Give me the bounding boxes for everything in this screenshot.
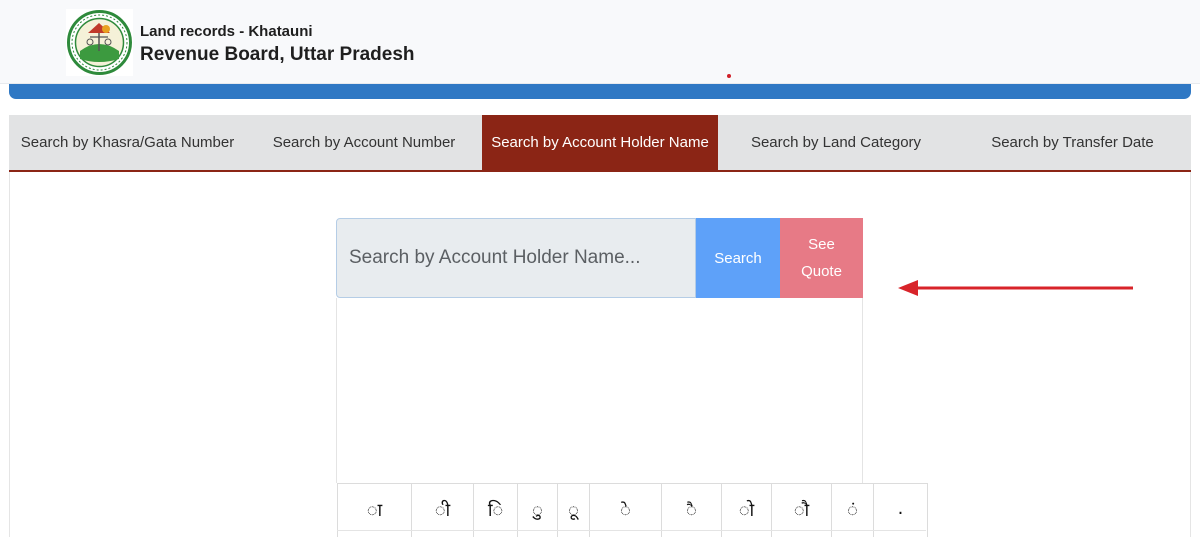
site-subtitle: Land records - Khatauni xyxy=(140,23,313,40)
hindi-matra-keyboard: ा ी ि ु ू े ै ो ौ ं . xyxy=(337,483,928,537)
tab-khasra-gata-number[interactable]: Search by Khasra/Gata Number xyxy=(9,115,246,170)
tab-transfer-date[interactable]: Search by Transfer Date xyxy=(954,115,1191,170)
tab-account-number[interactable]: Search by Account Number xyxy=(246,115,482,170)
tab-land-category[interactable]: Search by Land Category xyxy=(718,115,954,170)
search-tabs: Search by Khasra/Gata Number Search by A… xyxy=(9,115,1191,172)
keyboard-row-divider xyxy=(337,530,926,531)
account-holder-search-input[interactable] xyxy=(336,218,696,298)
see-quote-button[interactable]: See Quote xyxy=(780,218,863,298)
page: Land records - Khatauni Revenue Board, U… xyxy=(0,0,1200,537)
search-results-panel xyxy=(336,298,863,483)
revenue-board-seal-logo xyxy=(66,9,133,76)
tab-account-holder-name[interactable]: Search by Account Holder Name xyxy=(482,115,718,170)
header-accent-bar xyxy=(9,84,1191,99)
site-title: Revenue Board, Uttar Pradesh xyxy=(140,44,415,65)
decorative-dot xyxy=(727,74,731,78)
quote-label-line1: See xyxy=(808,236,835,253)
search-bar: Search See Quote xyxy=(336,218,863,298)
left-arrow-annotation-icon xyxy=(898,280,1133,296)
site-header: Land records - Khatauni Revenue Board, U… xyxy=(0,0,1200,84)
search-button[interactable]: Search xyxy=(696,218,780,298)
quote-label-line2: Quote xyxy=(801,263,842,280)
